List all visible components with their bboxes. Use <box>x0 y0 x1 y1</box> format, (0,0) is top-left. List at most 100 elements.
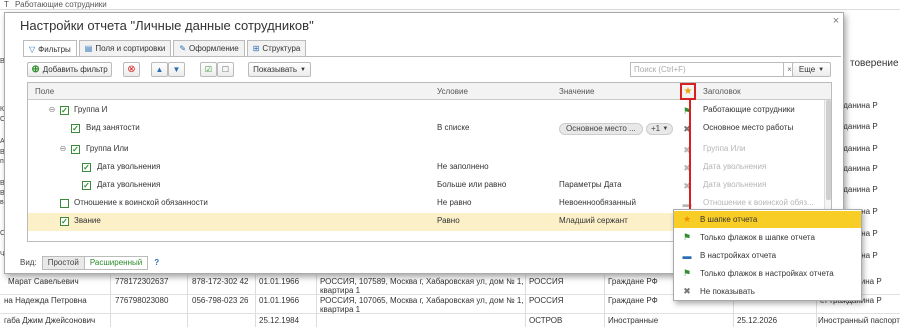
row-checkbox[interactable]: ✓ <box>82 163 91 172</box>
search-input[interactable]: Поиск (Ctrl+F) <box>630 62 784 77</box>
tab-fields-sorting[interactable]: ▤ Поля и сортировки <box>78 40 172 56</box>
badge-count: +1 <box>651 124 661 133</box>
search-placeholder: Поиск (Ctrl+F) <box>634 65 686 74</box>
uncheck-all-icon: ☐ <box>221 65 230 74</box>
display-mode-menu: ★ В шапке отчета ⚑ Только флажок в шапке… <box>673 209 862 301</box>
column-title[interactable]: Заголовок <box>703 87 741 96</box>
menu-item-flag-in-settings[interactable]: ⚑ Только флажок в настройках отчета <box>674 265 861 282</box>
cell-issue-date: 25.12.2026 <box>737 316 778 325</box>
tab-filters-label: Фильтры <box>38 44 71 54</box>
more-button[interactable]: Еще ▼ <box>792 62 831 77</box>
uncheck-all-button[interactable]: ☐ <box>217 62 234 77</box>
menu-item-flag-in-header[interactable]: ⚑ Только флажок в шапке отчета <box>674 229 861 246</box>
scroll-thumb[interactable] <box>826 100 831 200</box>
field-label: Группа И <box>74 105 108 114</box>
row-checkbox[interactable]: ✓ <box>60 106 69 115</box>
tab-filters[interactable]: ▽ Фильтры <box>23 40 77 57</box>
row-checkbox[interactable]: ✓ <box>82 181 91 190</box>
row-checkbox[interactable] <box>60 199 69 208</box>
table-row[interactable]: ✓ Дата увольнения Больше или равно Парам… <box>28 177 824 195</box>
report-row[interactable]: габа Джим Джейсонович 25.12.1984 ОСТРОВ … <box>0 314 900 327</box>
view-mode-bar: Вид: Простой Расширенный ? <box>20 255 159 270</box>
title-cell: Работающие сотрудники <box>703 105 795 114</box>
tab-appearance[interactable]: ✎ Оформление <box>173 40 245 56</box>
move-up-button[interactable]: ▲ <box>151 62 168 77</box>
cell-country: РОССИЯ <box>529 296 564 305</box>
settings-line-icon: ▬ <box>682 250 692 261</box>
row-checkbox[interactable]: ✓ <box>71 145 80 154</box>
condition-cell: Равно <box>437 216 460 225</box>
add-filter-button[interactable]: ⊕ Добавить фильтр <box>27 62 112 77</box>
more-label: Еще <box>798 65 816 74</box>
cell-phone: 056-798-023 26 <box>192 296 249 305</box>
cell-date: 25.12.1984 <box>259 316 300 325</box>
condition-cell: Больше или равно <box>437 180 507 189</box>
settings-tabs: ▽ Фильтры ▤ Поля и сортировки ✎ Оформлен… <box>23 40 308 57</box>
collapse-icon[interactable]: ⊖ <box>59 145 67 153</box>
flag-header-icon: ⚑ <box>682 232 692 242</box>
cell-name: на Надежда Петровна <box>4 296 87 305</box>
title-cell: Отношение к воинской обяз... <box>703 198 814 207</box>
cell-country: РОССИЯ <box>529 277 564 286</box>
menu-item-label: В настройках отчета <box>700 251 777 260</box>
more-values-badge[interactable]: +1 ▼ <box>646 123 674 135</box>
title-cell: Группа Или <box>703 144 746 153</box>
field-label: Звание <box>74 216 101 225</box>
cell-document: Иностранный паспорт <box>818 316 900 325</box>
star-icon: ★ <box>682 214 692 224</box>
cell-address: РОССИЯ, 107589, Москва г, Хабаровская ул… <box>320 277 524 295</box>
menu-item-in-header[interactable]: ★ В шапке отчета <box>674 211 861 228</box>
tab-structure-label: Структура <box>262 44 301 53</box>
view-simple-button[interactable]: Простой <box>41 255 85 270</box>
delete-button[interactable]: ⊗ <box>123 62 140 77</box>
report-prefix: Т <box>4 0 9 9</box>
row-checkbox[interactable]: ✓ <box>71 124 80 133</box>
table-row[interactable]: ⊖ ✓ Группа И ⚑ Работающие сотрудники <box>28 102 824 120</box>
column-field[interactable]: Поле <box>35 87 54 96</box>
column-value[interactable]: Значение <box>559 87 594 96</box>
table-row[interactable]: ✓ Дата увольнения Не заполнено ✖ Дата ув… <box>28 159 824 177</box>
value-pill[interactable]: Основное место ... <box>559 123 643 135</box>
tab-structure[interactable]: ⊞ Структура <box>246 40 307 56</box>
condition-cell: В списке <box>437 123 470 132</box>
field-label: Дата увольнения <box>97 162 161 171</box>
column-condition[interactable]: Условие <box>437 87 468 96</box>
cell-country: ОСТРОВ <box>529 316 563 325</box>
view-extended-button[interactable]: Расширенный <box>84 255 149 270</box>
show-dropdown-button[interactable]: Показывать ▼ <box>248 62 311 77</box>
close-icon[interactable]: × <box>830 15 842 27</box>
report-header-strip: Т Работающие сотрудники <box>0 0 900 10</box>
flag-settings-icon: ⚑ <box>682 268 692 278</box>
table-row[interactable]: ✓ Вид занятости В списке Основное место … <box>28 120 824 138</box>
delete-icon: ⊗ <box>127 64 136 75</box>
help-icon[interactable]: ? <box>154 258 159 267</box>
dialog-title: Настройки отчета "Личные данные сотрудни… <box>20 18 314 33</box>
row-checkbox[interactable]: ✓ <box>60 217 69 226</box>
menu-item-label: В шапке отчета <box>700 215 758 224</box>
fields-icon: ▤ <box>84 44 93 53</box>
check-all-button[interactable]: ☑ <box>200 62 217 77</box>
condition-cell: Не заполнено <box>437 162 489 171</box>
chevron-down-icon: ▼ <box>299 66 306 73</box>
star-column-header[interactable]: ★ <box>680 83 696 100</box>
tab-appearance-label: Оформление <box>189 44 239 53</box>
title-cell: Основное место работы <box>703 123 794 132</box>
field-label: Дата увольнения <box>97 180 161 189</box>
cell-citizenship: Граждане РФ <box>608 296 658 305</box>
tab-divider <box>23 56 841 57</box>
field-label: Вид занятости <box>86 123 140 132</box>
move-down-button[interactable]: ▼ <box>168 62 185 77</box>
menu-item-label: Не показывать <box>700 287 755 296</box>
collapse-icon[interactable]: ⊖ <box>48 106 56 114</box>
cell-address: РОССИЯ, 107065, Москва г, Хабаровская ул… <box>320 296 524 314</box>
menu-item-in-settings[interactable]: ▬ В настройках отчета <box>674 247 861 264</box>
chevron-down-icon: ▼ <box>818 66 825 73</box>
table-row[interactable]: ⊖ ✓ Группа Или ✖ Группа Или <box>28 141 824 159</box>
chevron-down-icon: ▼ <box>662 126 669 132</box>
cell-date: 01.01.1966 <box>259 277 300 286</box>
cell-citizenship: Иностранные <box>608 316 659 325</box>
menu-item-hide[interactable]: ✖ Не показывать <box>674 283 861 300</box>
title-cell: Дата увольнения <box>703 162 767 171</box>
cell-inn: 778172302637 <box>115 277 169 286</box>
cell-name: габа Джим Джейсонович <box>4 316 96 325</box>
